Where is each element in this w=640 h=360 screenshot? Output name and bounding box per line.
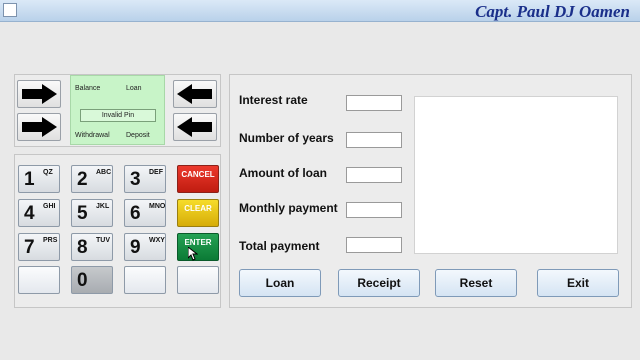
- arrow-left-icon: [177, 117, 212, 137]
- status-message: Invalid Pin: [80, 109, 156, 122]
- loan-amount-label: Amount of loan: [239, 166, 327, 180]
- interest-rate-label: Interest rate: [239, 93, 308, 107]
- loan-amount-input[interactable]: [346, 167, 402, 183]
- blank-key-left[interactable]: [18, 266, 60, 294]
- key-5[interactable]: 5 JKL: [71, 199, 113, 227]
- total-payment-label: Total payment: [239, 239, 320, 253]
- key-4[interactable]: 4 GHI: [18, 199, 60, 227]
- monthly-payment-input[interactable]: [346, 202, 402, 218]
- deposit-label: Deposit: [126, 132, 150, 139]
- reset-button[interactable]: Reset: [435, 269, 517, 297]
- balance-label: Balance: [75, 85, 101, 92]
- years-label: Number of years: [239, 131, 334, 145]
- key-7[interactable]: 7 PRS: [18, 233, 60, 261]
- exit-button[interactable]: Exit: [537, 269, 619, 297]
- cancel-button[interactable]: CANCEL: [177, 165, 219, 193]
- clear-button[interactable]: CLEAR: [177, 199, 219, 227]
- blank-key-right[interactable]: [177, 266, 219, 294]
- loan-label: Loan: [126, 85, 142, 92]
- right-bottom-arrow-button[interactable]: [173, 113, 217, 141]
- monthly-payment-label: Monthly payment: [239, 201, 338, 215]
- blank-key-middle[interactable]: [124, 266, 166, 294]
- interest-rate-input[interactable]: [346, 95, 402, 111]
- key-8[interactable]: 8 TUV: [71, 233, 113, 261]
- key-9[interactable]: 9 WXY: [124, 233, 166, 261]
- arrow-right-icon: [22, 84, 57, 104]
- title-bar: Capt. Paul DJ Oamen: [0, 0, 640, 22]
- left-bottom-arrow-button[interactable]: [17, 113, 61, 141]
- author-title: Capt. Paul DJ Oamen: [475, 2, 630, 21]
- enter-button[interactable]: ENTER: [177, 233, 219, 261]
- arrow-right-icon: [22, 117, 57, 137]
- key-6[interactable]: 6 MNO: [124, 199, 166, 227]
- app-icon: [3, 3, 17, 17]
- right-top-arrow-button[interactable]: [173, 80, 217, 108]
- key-3[interactable]: 3 DEF: [124, 165, 166, 193]
- total-payment-input[interactable]: [346, 237, 402, 253]
- left-top-arrow-button[interactable]: [17, 80, 61, 108]
- arrow-left-icon: [177, 84, 212, 104]
- output-area[interactable]: [414, 96, 618, 254]
- receipt-button[interactable]: Receipt: [338, 269, 420, 297]
- atm-display: Balance Loan Invalid Pin Withdrawal Depo…: [70, 75, 165, 145]
- key-2[interactable]: 2 ABC: [71, 165, 113, 193]
- loan-button[interactable]: Loan: [239, 269, 321, 297]
- mouse-cursor-icon: [188, 247, 198, 261]
- key-0[interactable]: 0: [71, 266, 113, 294]
- key-1[interactable]: 1 QZ: [18, 165, 60, 193]
- withdrawal-label: Withdrawal: [75, 132, 110, 139]
- years-input[interactable]: [346, 132, 402, 148]
